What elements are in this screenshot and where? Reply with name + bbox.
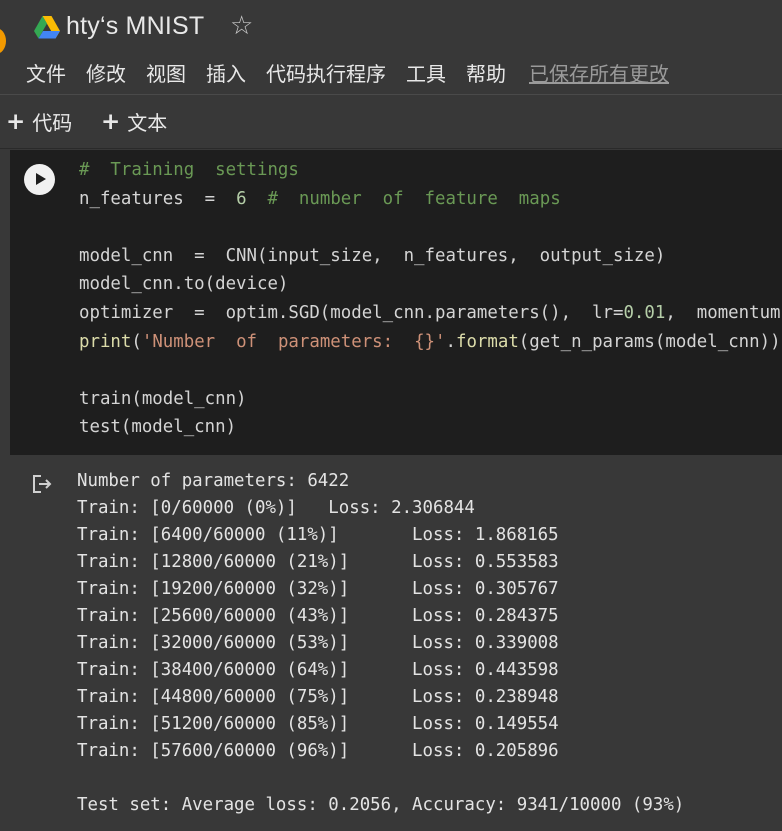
plus-icon: +	[6, 108, 26, 135]
code-comment: # Training settings	[79, 160, 299, 180]
output-line: Train: [51200/60000 (85%)] Loss: 0.14955…	[77, 714, 559, 734]
menu-item-edit[interactable]: 修改	[86, 58, 126, 87]
code-line: n_features = 6 # number of feature maps	[79, 188, 561, 209]
menu-item-insert[interactable]: 插入	[206, 58, 246, 87]
cell-output: Number of parameters: 6422 Train: [0/600…	[77, 468, 684, 819]
code-line: model_cnn.to(device)	[79, 274, 289, 295]
add-text-label: 文本	[127, 111, 168, 135]
toolbar-divider	[0, 148, 782, 149]
run-cell-button[interactable]	[24, 164, 55, 195]
menu-item-help[interactable]: 帮助	[466, 58, 506, 87]
output-line: Number of parameters: 6422	[77, 471, 350, 491]
code-line: model_cnn = CNN(input_size, n_features, …	[79, 245, 666, 266]
code-line: test(model_cnn)	[79, 417, 237, 438]
code-line: print('Number of parameters: {}'.format(…	[79, 331, 781, 352]
menu-item-tools[interactable]: 工具	[406, 58, 446, 87]
output-line: Train: [38400/60000 (64%)] Loss: 0.44359…	[77, 660, 559, 680]
output-line: Train: [57600/60000 (96%)] Loss: 0.20589…	[77, 741, 559, 761]
output-line: Train: [6400/60000 (11%)] Loss: 1.868165	[77, 525, 559, 545]
output-line: Train: [44800/60000 (75%)] Loss: 0.23894…	[77, 687, 559, 707]
menu-item-runtime[interactable]: 代码执行程序	[266, 58, 386, 87]
notebook-toolbar: + 代码 + 文本	[0, 95, 782, 148]
google-drive-icon[interactable]	[34, 15, 60, 39]
output-menu-icon[interactable]	[30, 472, 54, 496]
plus-icon: +	[101, 108, 121, 135]
header-bar: hty‘s MNIST ☆ 文件 修改 视图 插入 代码执行程序 工具 帮助 已…	[0, 0, 782, 94]
add-text-button[interactable]: + 文本	[101, 107, 167, 136]
menu-item-view[interactable]: 视图	[146, 58, 186, 87]
output-line: Train: [25600/60000 (43%)] Loss: 0.28437…	[77, 606, 559, 626]
add-code-button[interactable]: + 代码	[6, 107, 72, 136]
menu-item-file[interactable]: 文件	[26, 58, 66, 87]
star-icon[interactable]: ☆	[230, 11, 253, 41]
notebook-title[interactable]: hty‘s MNIST	[66, 12, 204, 41]
output-line: Test set: Average loss: 0.2056, Accuracy…	[77, 795, 685, 815]
code-line: train(model_cnn)	[79, 388, 247, 409]
add-code-label: 代码	[32, 111, 73, 135]
code-editor[interactable]: # Training settings n_features = 6 # num…	[79, 156, 781, 442]
account-avatar[interactable]	[0, 28, 6, 54]
output-line: Train: [0/60000 (0%)] Loss: 2.306844	[77, 498, 475, 518]
menu-bar: 文件 修改 视图 插入 代码执行程序 工具 帮助 已保存所有更改	[26, 58, 689, 86]
output-line: Train: [32000/60000 (53%)] Loss: 0.33900…	[77, 633, 559, 653]
code-line: # Training settings	[79, 160, 299, 180]
code-line: optimizer = optim.SGD(model_cnn.paramete…	[79, 302, 781, 323]
save-status-link[interactable]: 已保存所有更改	[529, 58, 669, 87]
output-line: Train: [12800/60000 (21%)] Loss: 0.55358…	[77, 552, 559, 572]
output-line: Train: [19200/60000 (32%)] Loss: 0.30576…	[77, 579, 559, 599]
